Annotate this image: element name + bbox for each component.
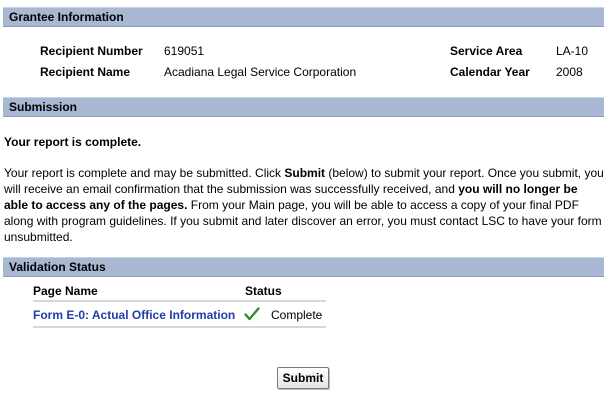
recipient-name-value: Acadiana Legal Service Corporation: [164, 65, 357, 79]
table-divider-bottom: [33, 326, 326, 328]
calendar-year-value: 2008: [556, 65, 583, 79]
section-header-validation-status: Validation Status: [3, 257, 604, 277]
link-form-e0-actual-office-information[interactable]: Form E-0: Actual Office Information: [33, 308, 235, 322]
section-header-submission: Submission: [3, 97, 604, 117]
status-value: Complete: [271, 308, 323, 322]
recipient-number-value: 619051: [164, 44, 205, 58]
table-divider-top: [33, 300, 326, 302]
calendar-year-label: Calendar Year: [450, 65, 530, 79]
column-header-page-name: Page Name: [33, 284, 98, 298]
section-header-grantee-information: Grantee Information: [3, 7, 604, 27]
service-area-label: Service Area: [450, 44, 523, 58]
recipient-name-label: Recipient Name: [40, 65, 131, 79]
submit-button[interactable]: Submit: [277, 367, 329, 389]
recipient-number-label: Recipient Number: [40, 44, 143, 58]
report-complete-heading: Your report is complete.: [4, 135, 142, 149]
instructions-submit-word: Submit: [284, 166, 326, 180]
instructions-text-1: Your report is complete and may be submi…: [4, 166, 285, 180]
submission-instructions: Your report is complete and may be submi…: [4, 165, 604, 245]
service-area-value: LA-10: [556, 44, 589, 58]
column-header-status: Status: [245, 284, 282, 298]
check-icon: [244, 307, 260, 321]
